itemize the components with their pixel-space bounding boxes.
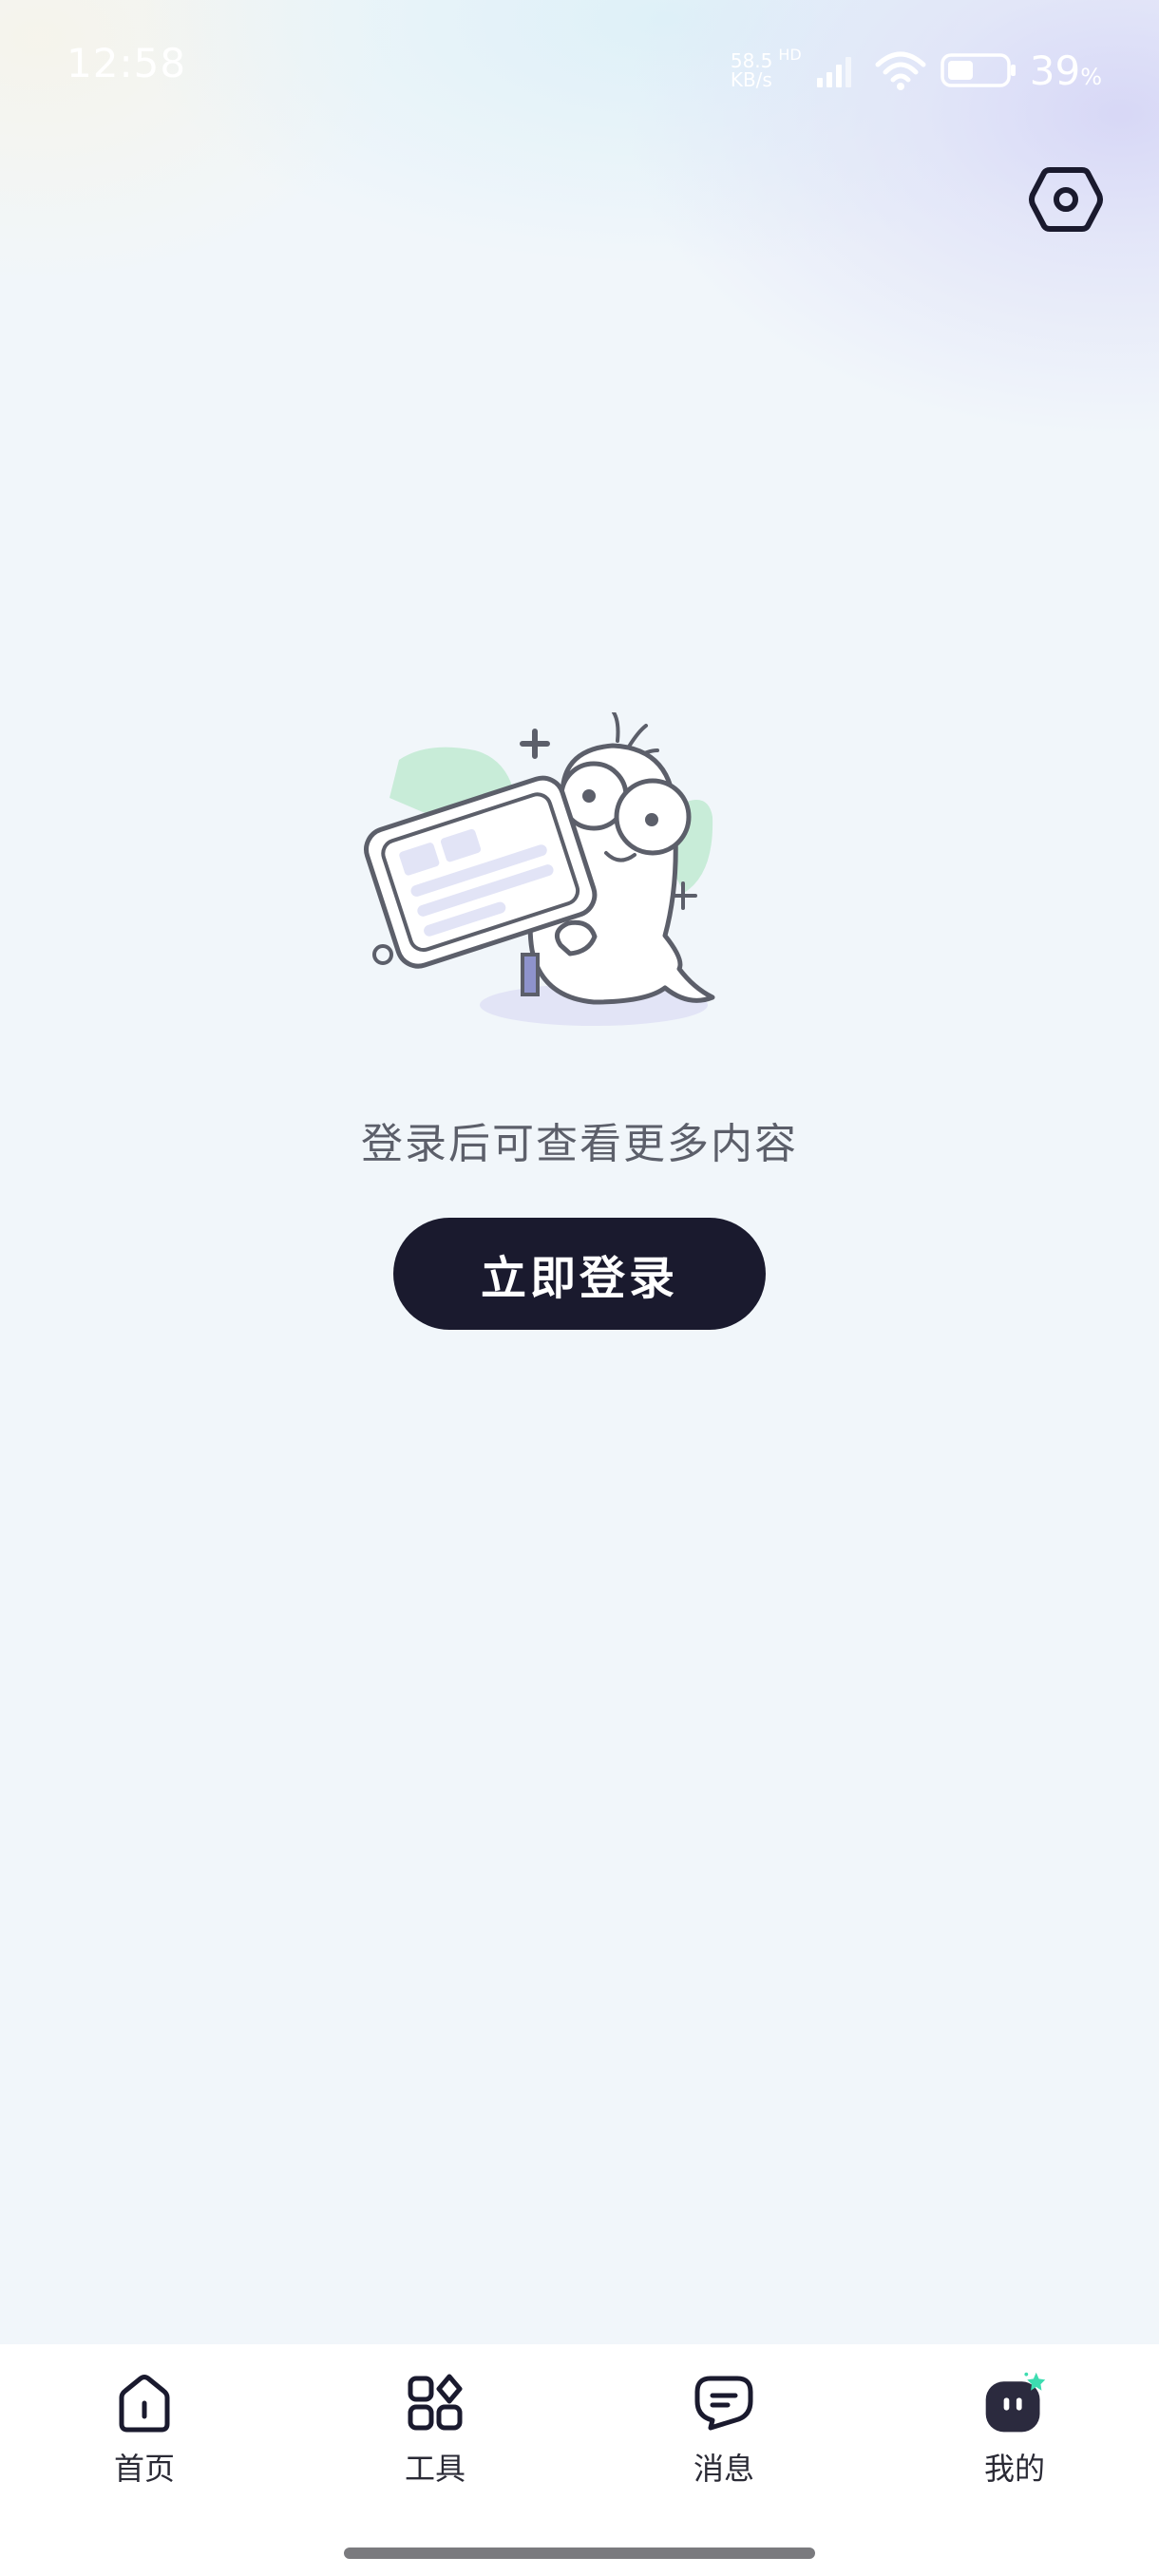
tab-messages[interactable]: 消息 bbox=[629, 2369, 819, 2492]
login-button[interactable]: 立即登录 bbox=[393, 1218, 766, 1330]
tab-profile-label: 我的 bbox=[983, 2451, 1045, 2487]
home-indicator[interactable] bbox=[344, 2548, 815, 2559]
status-bar: 12:58 58.5 KB/s HD 39% bbox=[0, 0, 1159, 133]
status-time: 12:58 bbox=[66, 40, 187, 86]
tab-home[interactable]: 首页 bbox=[49, 2369, 239, 2492]
network-speed-unit: KB/s bbox=[730, 68, 772, 91]
empty-state-message: 登录后可查看更多内容 bbox=[361, 1120, 798, 1168]
tab-messages-label: 消息 bbox=[693, 2451, 754, 2487]
tab-profile[interactable]: 我的 bbox=[920, 2369, 1110, 2492]
status-indicators: 58.5 KB/s HD 39% bbox=[731, 42, 1102, 99]
battery-percentage: 39% bbox=[1030, 47, 1102, 94]
message-icon bbox=[690, 2369, 758, 2437]
tab-tools-label: 工具 bbox=[404, 2451, 466, 2487]
battery-unit: % bbox=[1080, 63, 1102, 90]
settings-hexagon-icon bbox=[1029, 167, 1103, 232]
network-type: HD bbox=[778, 46, 802, 64]
tools-grid-icon bbox=[401, 2369, 469, 2437]
battery-icon bbox=[940, 53, 1016, 87]
profile-avatar-icon bbox=[980, 2369, 1049, 2437]
network-speed: 58.5 KB/s bbox=[731, 51, 773, 89]
mascot-with-card-illustration bbox=[364, 712, 715, 1026]
settings-button[interactable] bbox=[1026, 160, 1106, 239]
signal-icon bbox=[816, 57, 851, 87]
tab-tools[interactable]: 工具 bbox=[340, 2369, 530, 2492]
network-speed-value: 58.5 bbox=[730, 49, 773, 72]
tab-home-label: 首页 bbox=[113, 2451, 175, 2487]
home-icon bbox=[110, 2369, 179, 2437]
battery-level: 39 bbox=[1029, 47, 1081, 94]
bottom-tab-bar: 首页 工具 消息 我的 bbox=[0, 2344, 1159, 2576]
wifi-icon bbox=[875, 51, 926, 90]
